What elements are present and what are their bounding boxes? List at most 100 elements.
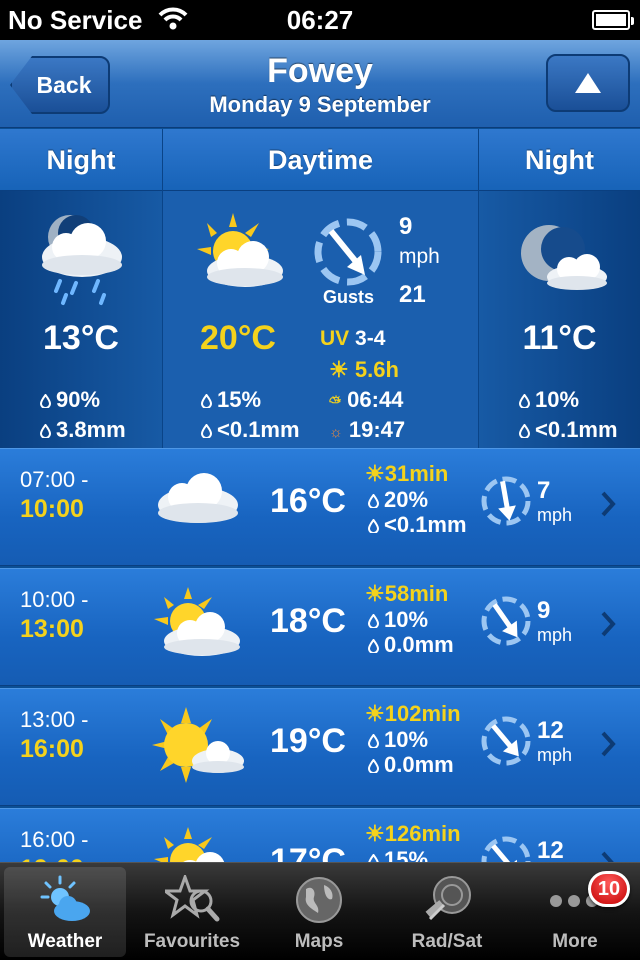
scroll-up-button[interactable] (546, 54, 630, 112)
hour-from: 16:00 - (20, 827, 89, 852)
hour-temp: 18°C (270, 602, 346, 640)
tab-weather-label: Weather (27, 931, 103, 952)
tab-bar: Weather Favourites Maps Rad/Sat 10 More (0, 862, 640, 960)
hour-to: 13:00 (20, 615, 84, 643)
sun-small-cloud-icon (152, 707, 248, 788)
satellite-icon (425, 876, 471, 921)
rain-amount: <0.1mm (384, 512, 467, 537)
raindrop-icon (368, 759, 379, 773)
hour-from: 10:00 - (20, 587, 89, 612)
sun-icon: ☀ (365, 701, 385, 726)
night-left-column[interactable]: Night 13°C 90% 3.8mm (0, 129, 162, 448)
sun-cloud-icon (152, 587, 244, 664)
daytime-column[interactable]: Daytime 9 mph Gusts 21 20°C UV 3-4 ☀ 5.6… (163, 129, 478, 448)
raindrop-icon (40, 394, 51, 408)
night-left-header: Night (0, 129, 162, 191)
wind-speed: 7 (537, 477, 551, 504)
daytime-header: Daytime (163, 129, 478, 191)
raindrop-icon (201, 394, 212, 408)
daytime-wind-speed: 9 (399, 213, 413, 240)
cloud-icon (152, 467, 244, 532)
raindrop-icon (368, 734, 379, 748)
sunshine-minutes: 58min (384, 581, 449, 606)
night-right-rain-chance: 10% (535, 387, 580, 412)
night-moon-cloud-icon (521, 225, 607, 290)
daytime-rain-amount: <0.1mm (217, 417, 300, 442)
wind-speed: 9 (537, 597, 551, 624)
hour-temp: 16°C (270, 482, 346, 520)
night-left-temp: 13°C (43, 319, 119, 357)
wind-speed: 12 (537, 837, 564, 864)
chevron-right-icon (601, 731, 616, 757)
weather-icon (40, 875, 90, 921)
sun-icon: ☀ (365, 821, 385, 846)
day-summary: Night 13°C 90% 3.8mm Daytime 9 mph Gusts… (0, 129, 640, 448)
triangle-up-icon (575, 73, 601, 93)
uv-value: 3-4 (355, 327, 386, 350)
raindrop-icon (368, 494, 379, 508)
wind-unit: mph (537, 745, 573, 765)
sunshine-minutes: 102min (384, 701, 461, 726)
tab-favourites-label: Favourites (143, 931, 241, 952)
sunset-time: 19:47 (348, 417, 406, 442)
sunshine-hours: 5.6h (354, 357, 399, 382)
wind-direction-icon (314, 218, 382, 286)
night-left-rain-chance: 90% (56, 387, 101, 412)
sun-icon: ☀ (365, 461, 385, 486)
hourly-row[interactable]: 13:00 - 16:00 19°C ☀102min 10% 0.0mm 12 mph (0, 688, 640, 806)
page-title: Fowey (267, 52, 373, 90)
sunshine-minutes: 126min (384, 821, 461, 846)
app-screen: No Service 06:27 Back Fowey Monday 9 Sep… (0, 0, 640, 960)
sunset-icon: ☼ (329, 424, 343, 441)
hour-to: 16:00 (20, 735, 84, 763)
sun-icon: ☀ (365, 581, 385, 606)
tab-favourites[interactable]: Favourites (131, 867, 253, 957)
raindrop-icon (368, 519, 379, 533)
wind-direction-icon (481, 476, 531, 526)
gusts-label: Gusts (323, 287, 375, 307)
night-cloud-rain-icon (42, 215, 122, 305)
tab-more[interactable]: 10 More (514, 867, 636, 957)
raindrop-icon (519, 394, 530, 408)
raindrop-icon (40, 424, 51, 438)
night-right-column[interactable]: Night 11°C 10% <0.1mm (479, 129, 640, 448)
rain-chance: 10% (384, 607, 429, 632)
hour-from: 13:00 - (20, 707, 89, 732)
uv-label: UV (320, 327, 350, 350)
hour-temp: 19°C (270, 722, 346, 760)
daytime-wind-unit: mph (399, 245, 440, 268)
status-bar: No Service 06:27 (0, 0, 640, 40)
battery-icon (592, 10, 634, 30)
sun-cloud-icon (197, 213, 283, 287)
night-left-rain-amount: 3.8mm (56, 417, 126, 442)
night-right-header: Night (479, 129, 640, 191)
night-right-rain-amount: <0.1mm (535, 417, 618, 442)
wind-direction-icon (481, 596, 531, 646)
navigation-bar: Back Fowey Monday 9 September (0, 40, 640, 128)
page-subtitle: Monday 9 September (209, 92, 431, 117)
globe-icon (296, 877, 342, 923)
hourly-row[interactable]: 10:00 - 13:00 18°C ☀58min 10% 0.0mm 9 mph (0, 568, 640, 686)
hourly-row[interactable]: 07:00 - 10:00 16°C ☀31min 20% <0.1mm 7 mph (0, 448, 640, 566)
chevron-right-icon (601, 611, 616, 637)
tab-more-label: More (552, 931, 598, 952)
tab-maps[interactable]: Maps (258, 867, 380, 957)
sunshine-minutes: 31min (384, 461, 449, 486)
raindrop-icon (368, 639, 379, 653)
sunrise-icon: ⛅︎ (329, 394, 342, 411)
daytime-temp: 20°C (200, 319, 276, 357)
rain-chance: 20% (384, 487, 429, 512)
chevron-right-icon (601, 491, 616, 517)
wind-direction-icon (481, 716, 531, 766)
tab-weather[interactable]: Weather (4, 867, 126, 957)
star-search-icon (165, 875, 220, 922)
sun-icon: ☀ (329, 357, 349, 382)
hour-from: 07:00 - (20, 467, 89, 492)
clock: 06:27 (286, 5, 354, 35)
night-right-temp: 11°C (522, 319, 597, 357)
rain-chance: 10% (384, 727, 429, 752)
tab-radsat[interactable]: Rad/Sat (386, 867, 508, 957)
raindrop-icon (201, 424, 212, 438)
gusts-value: 21 (399, 281, 426, 308)
notification-badge: 10 (588, 871, 630, 907)
